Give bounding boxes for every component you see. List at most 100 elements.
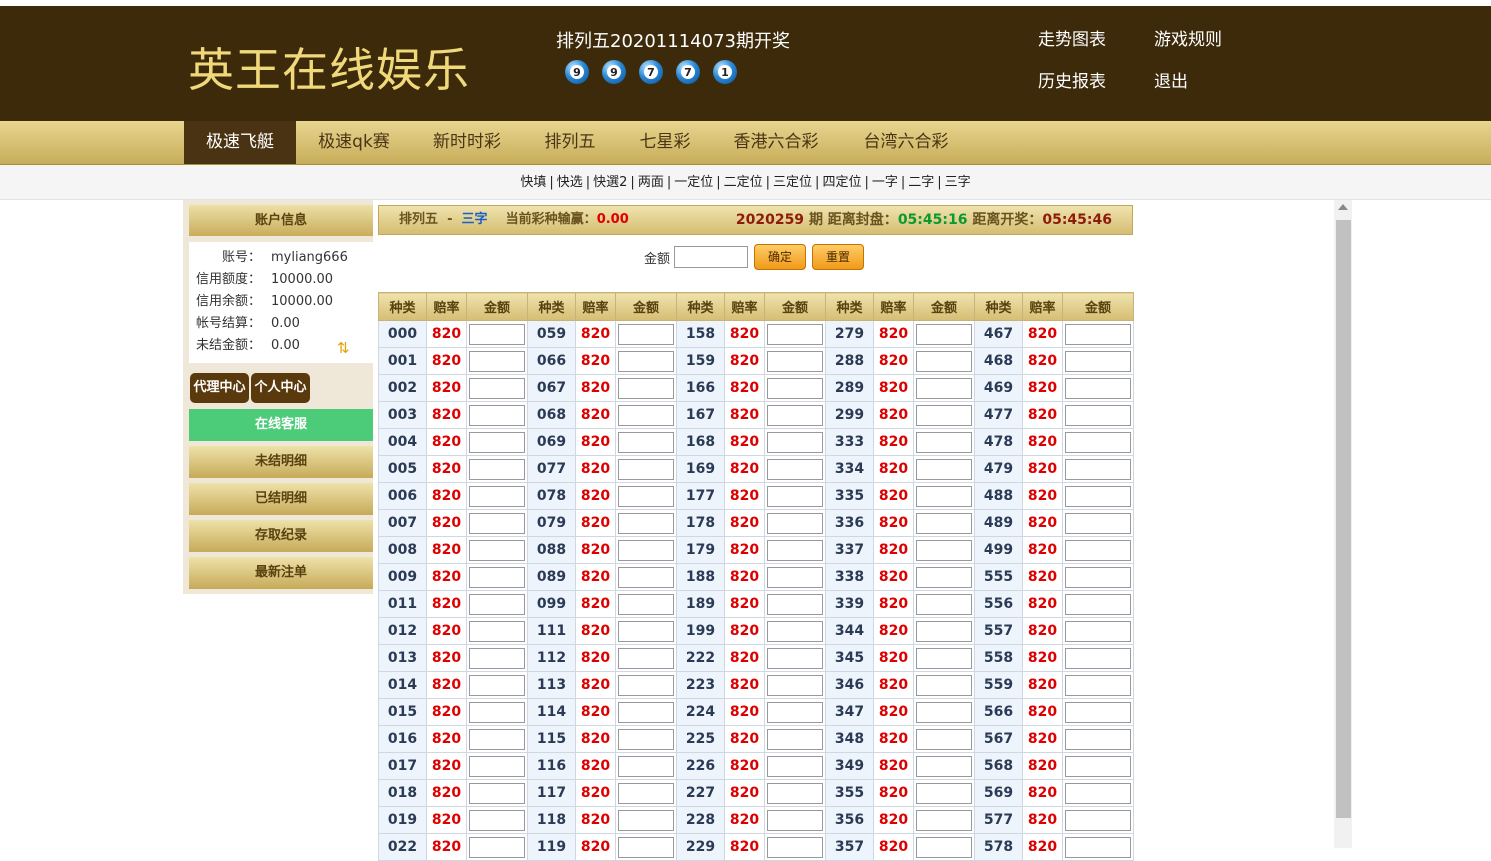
bet-amount-input[interactable] — [916, 647, 972, 669]
bet-amount-input[interactable] — [916, 782, 972, 804]
bet-amount-input[interactable] — [1065, 458, 1131, 480]
bet-amount-input[interactable] — [469, 836, 525, 858]
bet-amount-input[interactable] — [618, 728, 674, 750]
deposit-record-button[interactable]: 存取纪录 — [189, 520, 373, 552]
nav-item-xin-shishicai[interactable]: 新时时彩 — [416, 121, 518, 164]
game-rules-link[interactable]: 游戏规则 — [1154, 25, 1222, 50]
nav-item-jisu-feiting[interactable]: 极速飞艇 — [184, 121, 296, 164]
bet-amount-input[interactable] — [916, 485, 972, 507]
bet-amount-input[interactable] — [916, 701, 972, 723]
bet-amount-input[interactable] — [1065, 485, 1131, 507]
bet-amount-input[interactable] — [767, 836, 823, 858]
bet-amount-input[interactable] — [618, 512, 674, 534]
bet-amount-input[interactable] — [469, 755, 525, 777]
bet-amount-input[interactable] — [469, 566, 525, 588]
bet-amount-input[interactable] — [469, 782, 525, 804]
bet-amount-input[interactable] — [767, 620, 823, 642]
bet-amount-input[interactable] — [469, 647, 525, 669]
bet-amount-input[interactable] — [1065, 323, 1131, 345]
bet-amount-input[interactable] — [618, 836, 674, 858]
bet-amount-input[interactable] — [469, 728, 525, 750]
bet-amount-input[interactable] — [469, 485, 525, 507]
bet-amount-input[interactable] — [916, 512, 972, 534]
bet-amount-input[interactable] — [916, 836, 972, 858]
bet-amount-input[interactable] — [1065, 566, 1131, 588]
online-service-button[interactable]: 在线客服 — [189, 409, 373, 441]
bet-amount-input[interactable] — [618, 701, 674, 723]
latest-bets-button[interactable]: 最新注单 — [189, 557, 373, 589]
bet-amount-input[interactable] — [767, 647, 823, 669]
bet-amount-input[interactable] — [1065, 350, 1131, 372]
bet-amount-input[interactable] — [916, 323, 972, 345]
bet-amount-input[interactable] — [1065, 431, 1131, 453]
bet-amount-input[interactable] — [469, 701, 525, 723]
bet-amount-input[interactable] — [618, 755, 674, 777]
bet-amount-input[interactable] — [618, 620, 674, 642]
bet-amount-input[interactable] — [767, 728, 823, 750]
bet-amount-input[interactable] — [618, 458, 674, 480]
bet-amount-input[interactable] — [469, 539, 525, 561]
bet-amount-input[interactable] — [916, 593, 972, 615]
nav-item-qixingcai[interactable]: 七星彩 — [625, 121, 705, 164]
bet-amount-input[interactable] — [767, 404, 823, 426]
bet-amount-input[interactable] — [767, 458, 823, 480]
bet-amount-input[interactable] — [618, 323, 674, 345]
bet-amount-input[interactable] — [1065, 512, 1131, 534]
bet-amount-input[interactable] — [469, 512, 525, 534]
bet-amount-input[interactable] — [618, 485, 674, 507]
bet-amount-input[interactable] — [469, 377, 525, 399]
bet-amount-input[interactable] — [1065, 728, 1131, 750]
subnav-item[interactable]: 两面 — [638, 175, 664, 190]
bet-amount-input[interactable] — [916, 377, 972, 399]
bet-amount-input[interactable] — [469, 620, 525, 642]
trend-chart-link[interactable]: 走势图表 — [1038, 25, 1106, 50]
unsettled-detail-button[interactable]: 未结明细 — [189, 446, 373, 478]
subnav-item[interactable]: 一字 — [872, 175, 898, 190]
bet-amount-input[interactable] — [618, 377, 674, 399]
scrollbar-thumb[interactable] — [1336, 220, 1351, 818]
bet-amount-input[interactable] — [767, 539, 823, 561]
subnav-item[interactable]: 快選2 — [593, 175, 627, 190]
bet-amount-input[interactable] — [916, 809, 972, 831]
bet-amount-input[interactable] — [618, 593, 674, 615]
bet-amount-input[interactable] — [1065, 701, 1131, 723]
bet-amount-input[interactable] — [767, 566, 823, 588]
bet-amount-input[interactable] — [618, 647, 674, 669]
bet-amount-input[interactable] — [469, 593, 525, 615]
bet-amount-input[interactable] — [469, 350, 525, 372]
bet-amount-input[interactable] — [1065, 539, 1131, 561]
nav-item-jisu-qk[interactable]: 极速qk赛 — [300, 121, 408, 164]
bet-amount-input[interactable] — [916, 404, 972, 426]
subnav-item[interactable]: 三定位 — [773, 175, 812, 190]
subnav-item[interactable]: 三字 — [945, 175, 971, 190]
bet-amount-input[interactable] — [469, 323, 525, 345]
logout-link[interactable]: 退出 — [1154, 67, 1188, 92]
bet-amount-input[interactable] — [916, 755, 972, 777]
bet-amount-input[interactable] — [916, 620, 972, 642]
bet-amount-input[interactable] — [618, 404, 674, 426]
bet-amount-input[interactable] — [469, 431, 525, 453]
bet-amount-input[interactable] — [1065, 674, 1131, 696]
bet-amount-input[interactable] — [916, 674, 972, 696]
bet-amount-input[interactable] — [618, 782, 674, 804]
nav-item-tw-liuhecai[interactable]: 台湾六合彩 — [850, 121, 962, 164]
bet-amount-input[interactable] — [767, 674, 823, 696]
agent-center-button[interactable]: 代理中心 — [190, 373, 249, 403]
bet-amount-input[interactable] — [767, 755, 823, 777]
subnav-item[interactable]: 快选 — [557, 175, 583, 190]
quick-amount-input[interactable] — [674, 246, 749, 268]
personal-center-button[interactable]: 个人中心 — [251, 373, 310, 403]
bet-amount-input[interactable] — [618, 431, 674, 453]
bet-amount-input[interactable] — [767, 377, 823, 399]
bet-amount-input[interactable] — [1065, 809, 1131, 831]
bet-amount-input[interactable] — [916, 350, 972, 372]
bet-amount-input[interactable] — [469, 809, 525, 831]
bet-amount-input[interactable] — [469, 404, 525, 426]
bet-amount-input[interactable] — [767, 593, 823, 615]
bet-amount-input[interactable] — [767, 512, 823, 534]
bet-amount-input[interactable] — [1065, 377, 1131, 399]
subnav-item[interactable]: 四定位 — [822, 175, 861, 190]
bet-amount-input[interactable] — [767, 431, 823, 453]
subnav-item[interactable]: 二字 — [908, 175, 934, 190]
bet-amount-input[interactable] — [618, 809, 674, 831]
